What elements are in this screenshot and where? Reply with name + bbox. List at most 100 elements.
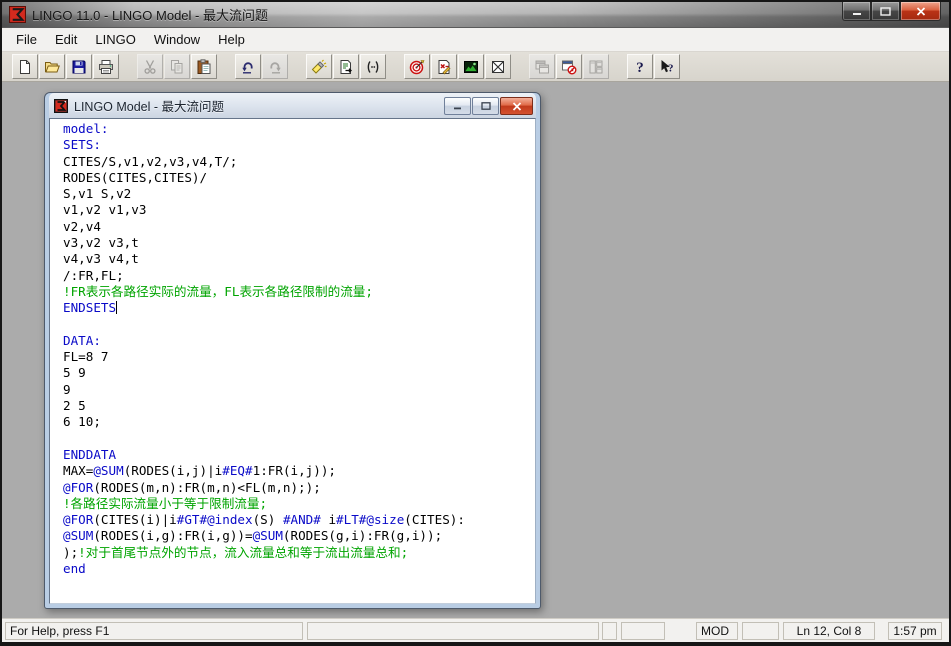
code-line: model: bbox=[63, 121, 535, 137]
text-caret bbox=[116, 301, 117, 314]
bullseye-icon bbox=[409, 59, 425, 75]
model-close-button[interactable] bbox=[500, 97, 533, 115]
code-line: DATA: bbox=[63, 333, 535, 349]
picture-icon bbox=[463, 59, 479, 75]
code-line bbox=[63, 431, 535, 447]
menu-edit[interactable]: Edit bbox=[46, 28, 86, 51]
new-button[interactable] bbox=[12, 54, 38, 79]
paste-button[interactable] bbox=[191, 54, 217, 79]
context-help-button[interactable]: ? bbox=[654, 54, 680, 79]
code-line: S,v1 S,v2 bbox=[63, 186, 535, 202]
code-line: MAX=@SUM(RODES(i,j)|i#EQ#1:FR(i,j)); bbox=[63, 463, 535, 479]
cascade-windows-icon bbox=[534, 59, 550, 75]
model-window-titlebar[interactable]: LINGO Model - 最大流问题 bbox=[49, 93, 536, 118]
solve-button[interactable] bbox=[404, 54, 430, 79]
debug-button[interactable] bbox=[485, 54, 511, 79]
tile-windows-icon bbox=[588, 59, 604, 75]
help-question-icon: ? bbox=[632, 59, 648, 75]
cut-button bbox=[137, 54, 163, 79]
code-line: FL=8 7 bbox=[63, 349, 535, 365]
menu-help[interactable]: Help bbox=[209, 28, 254, 51]
code-area: model:SETS:CITES/S,v1,v2,v3,v4,T/;RODES(… bbox=[50, 119, 535, 577]
goto-line-button[interactable] bbox=[333, 54, 359, 79]
toolbar: ?? bbox=[2, 52, 949, 82]
close-button[interactable] bbox=[900, 2, 941, 21]
code-line: v1,v2 v1,v3 bbox=[63, 202, 535, 218]
code-line: ENDDATA bbox=[63, 447, 535, 463]
minimize-button[interactable] bbox=[842, 2, 871, 21]
code-line: ENDSETS bbox=[63, 300, 535, 316]
menu-file[interactable]: File bbox=[7, 28, 46, 51]
toolbar-group bbox=[235, 54, 289, 79]
status-bar: For Help, press F1 MOD Ln 12, Col 8 1:57… bbox=[2, 618, 949, 642]
code-line: RODES(CITES,CITES)/ bbox=[63, 170, 535, 186]
status-clock: 1:57 pm bbox=[888, 622, 942, 640]
find-button[interactable] bbox=[306, 54, 332, 79]
copy-pages-icon bbox=[169, 59, 185, 75]
toolbar-group bbox=[404, 54, 512, 79]
goto-page-icon bbox=[338, 59, 354, 75]
picture-button[interactable] bbox=[458, 54, 484, 79]
code-line: @FOR(RODES(m,n):FR(m,n)<FL(m,n);); bbox=[63, 480, 535, 496]
code-line: 9 bbox=[63, 382, 535, 398]
context-help-icon: ? bbox=[659, 59, 675, 75]
model-window: LINGO Model - 最大流问题 model:SETS:CITES/S,v… bbox=[44, 92, 541, 609]
toolbar-group bbox=[529, 54, 610, 79]
code-line: 2 5 bbox=[63, 398, 535, 414]
copy-button bbox=[164, 54, 190, 79]
toolbar-group: ?? bbox=[627, 54, 681, 79]
code-line bbox=[63, 317, 535, 333]
undo-button[interactable] bbox=[235, 54, 261, 79]
model-window-title: LINGO Model - 最大流问题 bbox=[74, 96, 224, 115]
match-paren-icon bbox=[365, 59, 381, 75]
mdi-area: LINGO Model - 最大流问题 model:SETS:CITES/S,v… bbox=[2, 82, 949, 618]
solution-button[interactable] bbox=[431, 54, 457, 79]
solution-report-icon bbox=[436, 59, 452, 75]
print-button[interactable] bbox=[93, 54, 119, 79]
save-button[interactable] bbox=[66, 54, 92, 79]
status-panel bbox=[621, 622, 665, 640]
status-mode-indicator: MOD bbox=[696, 622, 738, 640]
code-line: end bbox=[63, 561, 535, 577]
toolbar-group bbox=[12, 54, 120, 79]
code-line: v2,v4 bbox=[63, 219, 535, 235]
toolbar-group bbox=[306, 54, 387, 79]
window-title: LINGO 11.0 - LINGO Model - 最大流问题 bbox=[32, 5, 268, 24]
maximize-button[interactable] bbox=[871, 2, 900, 21]
new-file-icon bbox=[17, 59, 33, 75]
status-panel bbox=[742, 622, 779, 640]
code-line: !FR表示各路径实际的流量，FL表示各路径限制的流量; bbox=[63, 284, 535, 300]
svg-text:?: ? bbox=[636, 60, 644, 75]
open-folder-icon bbox=[44, 59, 60, 75]
code-line: 5 9 bbox=[63, 365, 535, 381]
code-line: 6 10; bbox=[63, 414, 535, 430]
menu-window[interactable]: Window bbox=[145, 28, 209, 51]
code-line: v4,v3 v4,t bbox=[63, 251, 535, 267]
printer-icon bbox=[98, 59, 114, 75]
close-all-windows-button[interactable] bbox=[556, 54, 582, 79]
code-line: SETS: bbox=[63, 137, 535, 153]
code-line: CITES/S,v1,v2,v3,v4,T/; bbox=[63, 154, 535, 170]
svg-text:?: ? bbox=[668, 62, 674, 74]
lingo-model-icon bbox=[53, 98, 69, 114]
code-line: /:FR,FL; bbox=[63, 268, 535, 284]
help-button[interactable]: ? bbox=[627, 54, 653, 79]
open-button[interactable] bbox=[39, 54, 65, 79]
code-line: );!对于首尾节点外的节点，流入流量总和等于流出流量总和; bbox=[63, 545, 535, 561]
match-paren-button[interactable] bbox=[360, 54, 386, 79]
model-window-controls bbox=[443, 97, 533, 115]
flashlight-icon bbox=[311, 59, 327, 75]
menu-lingo[interactable]: LINGO bbox=[86, 28, 144, 51]
status-panel bbox=[307, 622, 599, 640]
code-line: !各路径实际流量小于等于限制流量; bbox=[63, 496, 535, 512]
clipboard-paste-icon bbox=[196, 59, 212, 75]
status-panel bbox=[602, 622, 617, 640]
model-minimize-button[interactable] bbox=[444, 97, 471, 115]
tile-windows-button bbox=[583, 54, 609, 79]
menu-bar: FileEditLINGOWindowHelp bbox=[2, 28, 949, 52]
code-editor[interactable]: model:SETS:CITES/S,v1,v2,v3,v4,T/;RODES(… bbox=[49, 118, 536, 604]
redo-arrow-icon bbox=[267, 59, 283, 75]
model-maximize-button[interactable] bbox=[472, 97, 499, 115]
main-titlebar[interactable]: LINGO 11.0 - LINGO Model - 最大流问题 bbox=[2, 2, 949, 28]
status-help-message: For Help, press F1 bbox=[5, 622, 303, 640]
